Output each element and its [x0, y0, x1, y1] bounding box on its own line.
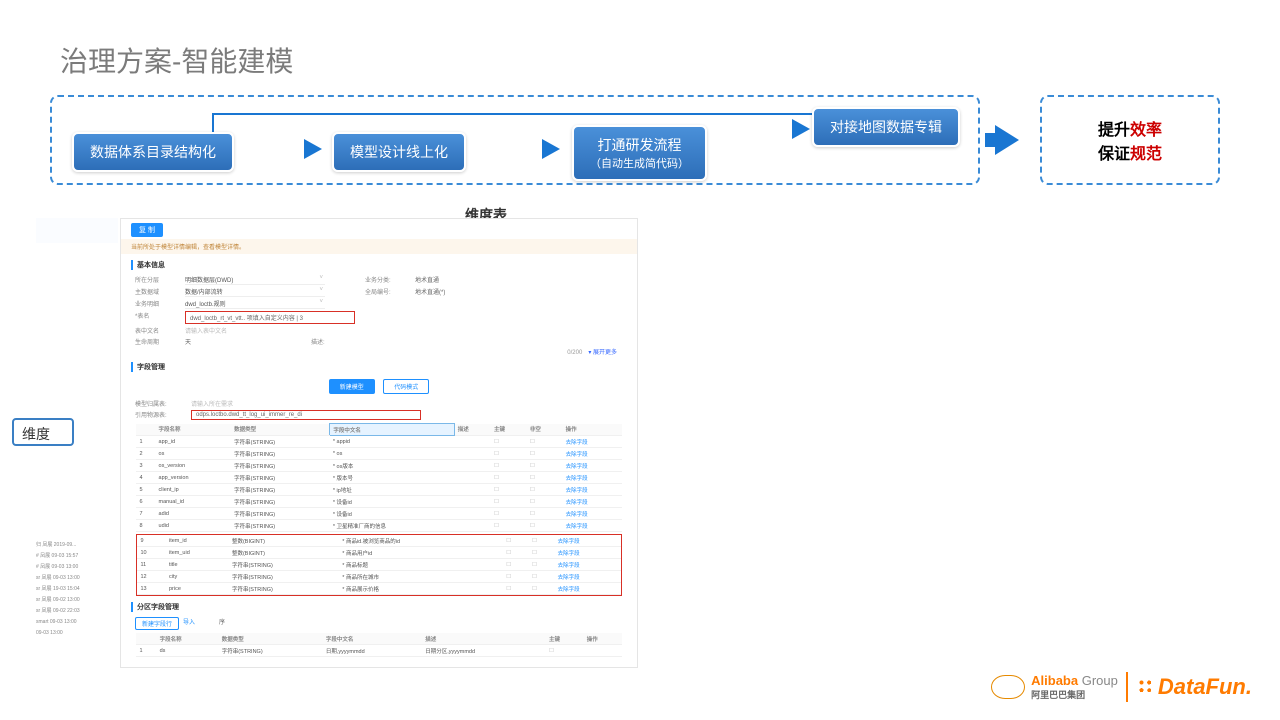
- remove-link[interactable]: 去除字段: [563, 520, 622, 532]
- remove-link[interactable]: 去除字段: [563, 448, 622, 460]
- dots-icon: [1136, 677, 1158, 699]
- group-text: Group: [1082, 673, 1118, 688]
- history-list: 归 凤展 2019-09... # 凤展 09-03 15:57 # 凤展 09…: [36, 540, 118, 639]
- table-row: 10item_uid整数(BIGINT)* 商品用户id去除字段: [137, 547, 620, 559]
- list-item: smart 09-03 13:00: [36, 617, 118, 628]
- slide-title: 治理方案-智能建模: [60, 40, 293, 80]
- remove-link[interactable]: 去除字段: [563, 436, 622, 448]
- form-row: 模型归属表:请输入所在需求: [121, 398, 637, 409]
- table-row: 1ds字符串(STRING)日期,yyyymmdd日期分区,yyyymmdd: [136, 645, 621, 657]
- section-fields: 字段管理: [131, 362, 637, 372]
- list-item: 09-03 13:00: [36, 628, 118, 639]
- alibaba-icon: [991, 675, 1025, 699]
- result-box: 提升效率 保证规范: [1040, 95, 1220, 185]
- highlighted-rows: 9item_id整数(BIGINT)* 商品id.被浏览商品的id去除字段10i…: [136, 534, 621, 596]
- arrow-icon: [304, 139, 322, 159]
- table-row: 7adid字符串(STRING)* 设备id去除字段: [136, 508, 621, 520]
- remove-link[interactable]: 去除字段: [555, 559, 621, 571]
- table-row: 11title字符串(STRING)* 商品标题去除字段: [137, 559, 620, 571]
- model-edit-panel: 复 制 当前所处于模型详情编辑，查看模型详情。 基本信息 所在分层明细数据层(D…: [120, 218, 638, 668]
- flow-container: 数据体系目录结构化 模型设计线上化 打通研发流程 （自动生成简代码） 对接地图数…: [50, 95, 980, 185]
- section-basic-info: 基本信息: [131, 260, 637, 270]
- table-row: 6manual_id字符串(STRING)* 设备id去除字段: [136, 496, 621, 508]
- list-item: sr 凤展 09-02 13:00: [36, 595, 118, 606]
- flow-node-4: 对接地图数据专辑: [812, 107, 960, 147]
- arrow-icon: [542, 139, 560, 159]
- code-mode-button[interactable]: 代码模式: [383, 379, 429, 394]
- list-item: sr 凤展 19-03 15:04: [36, 584, 118, 595]
- form-row: 业务明细dwd_loctb.规则: [121, 298, 637, 310]
- flow-node-3: 打通研发流程 （自动生成简代码）: [572, 125, 707, 181]
- new-model-button[interactable]: 新建模型: [329, 379, 375, 394]
- list-item: sr 凤展 09-03 13:00: [36, 573, 118, 584]
- remove-link[interactable]: 去除字段: [563, 472, 622, 484]
- logo-bar: Alibaba Group 阿里巴巴集团 DataFun.: [991, 672, 1252, 702]
- table-row: 13price字符串(STRING)* 商品展示价格去除字段: [137, 583, 620, 595]
- section-partition: 分区字段管理: [131, 602, 637, 612]
- char-count: 0/200▾ 展开更多: [121, 347, 637, 356]
- result-line1: 提升效率: [1098, 116, 1162, 140]
- form-row: 所在分层明细数据层(DWD)业务分类:地术直通: [121, 274, 637, 286]
- remove-link[interactable]: 去除字段: [563, 484, 622, 496]
- alibaba-cn: 阿里巴巴集团: [1031, 688, 1118, 701]
- result-line2: 保证规范: [1098, 140, 1162, 164]
- add-field-button[interactable]: 新建字段行: [135, 617, 179, 630]
- form-row: 表中文名请输入表中文名: [121, 325, 637, 336]
- form-row: 生命周期天描述:: [121, 336, 637, 347]
- fields-table: 字段名称数据类型字段中文名描述主键非空操作 1app_id字符串(STRING)…: [136, 423, 621, 532]
- import-button[interactable]: 导入: [183, 617, 195, 630]
- table-header: 字段名称数据类型字段中文名描述主键非空操作: [136, 424, 621, 436]
- flow-node-1: 数据体系目录结构化: [72, 132, 234, 172]
- logo-separator: [1126, 672, 1128, 702]
- flow-connector: [212, 113, 832, 115]
- remove-link[interactable]: 去除字段: [563, 460, 622, 472]
- table-row: 3os_version字符串(STRING)* os版本去除字段: [136, 460, 621, 472]
- remove-link[interactable]: 去除字段: [555, 547, 621, 559]
- ref-table-input[interactable]: odps.loctbo.dwd_tt_log_ui_immer_re_di: [191, 410, 421, 420]
- detail-select[interactable]: dwd_loctb.规则: [185, 299, 325, 309]
- remove-link[interactable]: 去除字段: [555, 571, 621, 583]
- form-row-tablename: *表名dwd_loctb_rt_vt_vtt.. 项填入自定义内容 | 3: [121, 310, 637, 325]
- copy-button[interactable]: 复 制: [131, 223, 163, 237]
- remove-link[interactable]: 去除字段: [555, 583, 621, 595]
- datafun-logo: DataFun.: [1136, 674, 1252, 700]
- remove-link[interactable]: 去除字段: [555, 535, 621, 547]
- table-header: 字段名称数据类型字段中文名描述主键操作: [136, 633, 621, 645]
- flow-node-2: 模型设计线上化: [332, 132, 466, 172]
- node3-line2: （自动生成简代码）: [590, 155, 689, 171]
- table-row: 12city字符串(STRING)* 商品所在城市去除字段: [137, 571, 620, 583]
- list-item: # 凤展 09-03 13:00: [36, 562, 118, 573]
- table-row: 4app_version字符串(STRING)* 版本号去除字段: [136, 472, 621, 484]
- table-row: 2os字符串(STRING)* os去除字段: [136, 448, 621, 460]
- alibaba-logo: Alibaba Group 阿里巴巴集团: [991, 673, 1118, 701]
- table-row: 1app_id字符串(STRING)* appid去除字段: [136, 436, 621, 448]
- list-item: # 凤展 09-03 15:57: [36, 551, 118, 562]
- node3-line1: 打通研发流程: [598, 137, 682, 153]
- remove-link[interactable]: 去除字段: [563, 496, 622, 508]
- table-row: 9item_id整数(BIGINT)* 商品id.被浏览商品的id去除字段: [137, 535, 620, 547]
- expand-link[interactable]: ▾ 展开更多: [588, 350, 617, 356]
- form-row: 主数据域数据/内部流转全局编号:地术直通(*): [121, 286, 637, 298]
- src-input[interactable]: 请输入所在需求: [191, 399, 233, 408]
- list-item: 归 凤展 2019-09...: [36, 540, 118, 551]
- layer-select[interactable]: 明细数据层(DWD): [185, 275, 325, 285]
- table-name-input[interactable]: dwd_loctb_rt_vt_vtt.. 项填入自定义内容 | 3: [185, 311, 355, 324]
- mode-buttons: 新建模型 代码模式: [121, 376, 637, 394]
- partition-table: 字段名称数据类型字段中文名描述主键操作 1ds字符串(STRING)日期,yyy…: [136, 633, 621, 657]
- arrow-icon: [792, 119, 810, 139]
- warning-banner: 当前所处于模型详情编辑，查看模型详情。: [121, 239, 637, 254]
- list-item: sr 凤展 09-02 22:03: [36, 606, 118, 617]
- table-row: 5client_ip字符串(STRING)* ip地址去除字段: [136, 484, 621, 496]
- domain-select[interactable]: 数据/内部流转: [185, 287, 325, 297]
- partition-toolbar: 新建字段行 导入 序: [121, 616, 637, 631]
- alibaba-text: Alibaba: [1031, 673, 1078, 688]
- table-row: 8udid字符串(STRING)* 卫星精准厂商的信息去除字段: [136, 520, 621, 532]
- remove-link[interactable]: 去除字段: [563, 508, 622, 520]
- left-sidebar-fragment: [36, 218, 118, 243]
- cn-name-input[interactable]: 请输入表中文名: [185, 326, 227, 335]
- big-arrow-icon: [995, 125, 1019, 155]
- dimension-tag: 维度: [12, 418, 74, 446]
- form-row-ref: 引用物源表:odps.loctbo.dwd_tt_log_ui_immer_re…: [121, 409, 637, 421]
